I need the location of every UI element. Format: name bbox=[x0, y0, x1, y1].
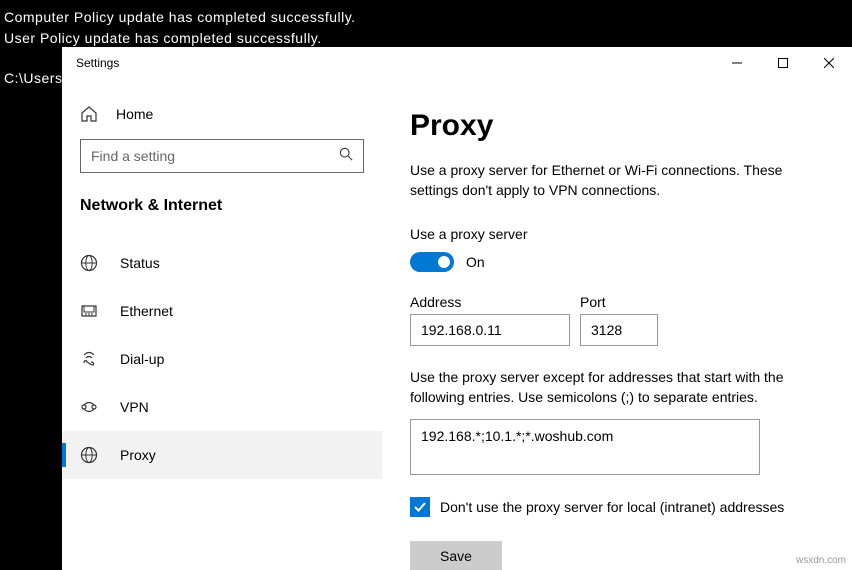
sidebar-item-label: Proxy bbox=[120, 447, 156, 463]
sidebar-item-ethernet[interactable]: Ethernet bbox=[62, 287, 382, 335]
search-icon bbox=[339, 147, 353, 166]
home-icon bbox=[80, 105, 98, 123]
sidebar-item-status[interactable]: Status bbox=[62, 239, 382, 287]
proxy-toggle[interactable] bbox=[410, 252, 454, 272]
settings-window: Settings Home bbox=[62, 47, 852, 570]
vpn-icon bbox=[80, 398, 98, 416]
dialup-icon bbox=[80, 350, 98, 368]
category-header: Network & Internet bbox=[80, 197, 364, 215]
exceptions-description: Use the proxy server except for addresse… bbox=[410, 368, 832, 407]
toggle-knob bbox=[438, 256, 450, 268]
minimize-button[interactable] bbox=[714, 47, 760, 79]
exceptions-input[interactable] bbox=[410, 419, 760, 475]
proxy-icon bbox=[80, 446, 98, 464]
save-button[interactable]: Save bbox=[410, 541, 502, 570]
page-title: Proxy bbox=[410, 109, 832, 143]
sidebar-item-dialup[interactable]: Dial-up bbox=[62, 335, 382, 383]
window-title: Settings bbox=[76, 56, 714, 70]
toggle-label: Use a proxy server bbox=[410, 226, 832, 242]
local-bypass-label: Don't use the proxy server for local (in… bbox=[440, 499, 784, 515]
home-link[interactable]: Home bbox=[80, 101, 364, 139]
ethernet-icon bbox=[80, 302, 98, 320]
port-label: Port bbox=[580, 294, 658, 310]
globe-icon bbox=[80, 254, 98, 272]
toggle-state: On bbox=[466, 254, 485, 270]
sidebar-item-label: Ethernet bbox=[120, 303, 173, 319]
page-description: Use a proxy server for Ethernet or Wi-Fi… bbox=[410, 161, 830, 200]
sidebar-item-vpn[interactable]: VPN bbox=[62, 383, 382, 431]
watermark: wsxdn.com bbox=[796, 555, 846, 566]
sidebar-item-label: VPN bbox=[120, 399, 149, 415]
port-input[interactable] bbox=[580, 314, 658, 346]
sidebar-item-label: Status bbox=[120, 255, 160, 271]
home-label: Home bbox=[116, 106, 153, 122]
address-label: Address bbox=[410, 294, 570, 310]
sidebar-item-proxy[interactable]: Proxy bbox=[62, 431, 382, 479]
content-pane: Proxy Use a proxy server for Ethernet or… bbox=[382, 79, 852, 570]
close-button[interactable] bbox=[806, 47, 852, 79]
sidebar-item-label: Dial-up bbox=[120, 351, 164, 367]
address-input[interactable] bbox=[410, 314, 570, 346]
maximize-button[interactable] bbox=[760, 47, 806, 79]
search-input[interactable] bbox=[91, 148, 339, 164]
search-box[interactable] bbox=[80, 139, 364, 173]
local-bypass-checkbox[interactable] bbox=[410, 497, 430, 517]
titlebar: Settings bbox=[62, 47, 852, 79]
sidebar: Home Network & Internet Status bbox=[62, 79, 382, 570]
